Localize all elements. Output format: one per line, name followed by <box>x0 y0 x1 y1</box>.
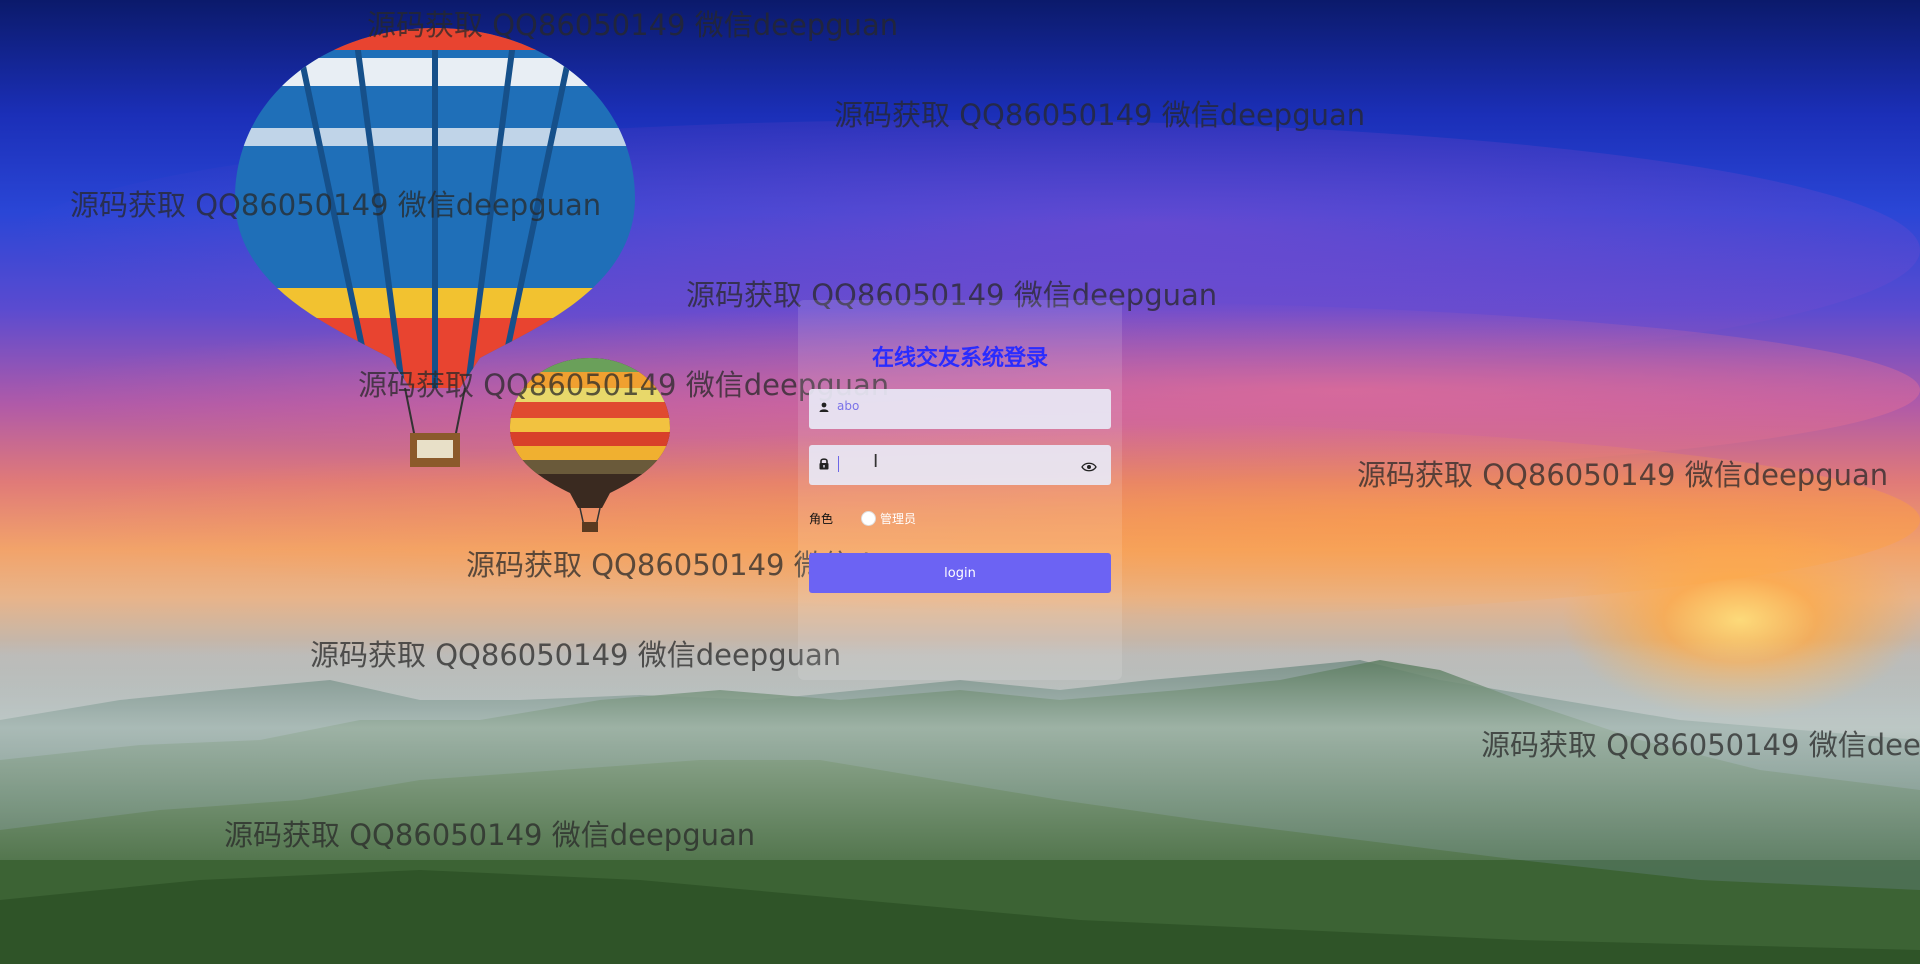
lock-icon <box>817 457 831 471</box>
watermark-text: 源码获取 QQ86050149 微信deepguan <box>367 8 899 42</box>
role-label: 角色 <box>809 512 834 526</box>
watermark-text: 源码获取 QQ86050149 微信deepguan <box>834 98 1366 132</box>
login-panel: 在线交友系统登录 abo I 角色 管理员 login <box>798 300 1122 680</box>
watermark-text: 源码获取 QQ86050149 微信deepguan <box>1481 728 1920 762</box>
text-caret <box>838 456 839 472</box>
watermark-text: 源码获取 QQ86050149 微信deepguan <box>1357 458 1889 492</box>
text-cursor-icon: I <box>873 451 879 472</box>
page-title: 在线交友系统登录 <box>871 346 1048 371</box>
role-radio-admin[interactable] <box>861 511 876 526</box>
eye-icon[interactable] <box>1081 458 1097 472</box>
user-icon <box>817 401 831 415</box>
watermark-text: 源码获取 QQ86050149 微信deepguan <box>70 188 602 222</box>
username-value: abo <box>837 399 860 413</box>
login-button[interactable]: login <box>809 553 1111 593</box>
role-option-label[interactable]: 管理员 <box>880 510 916 527</box>
watermark-text: 源码获取 QQ86050149 微信deepguan <box>310 638 842 672</box>
password-field[interactable]: I <box>809 445 1111 485</box>
watermark-text: 源码获取 QQ86050149 微信deepguan <box>224 818 756 852</box>
username-field[interactable]: abo <box>809 389 1111 429</box>
login-page-background: 源码获取 QQ86050149 微信deepguan 源码获取 QQ860501… <box>0 0 1920 964</box>
role-selector: 角色 管理员 <box>809 508 1111 528</box>
